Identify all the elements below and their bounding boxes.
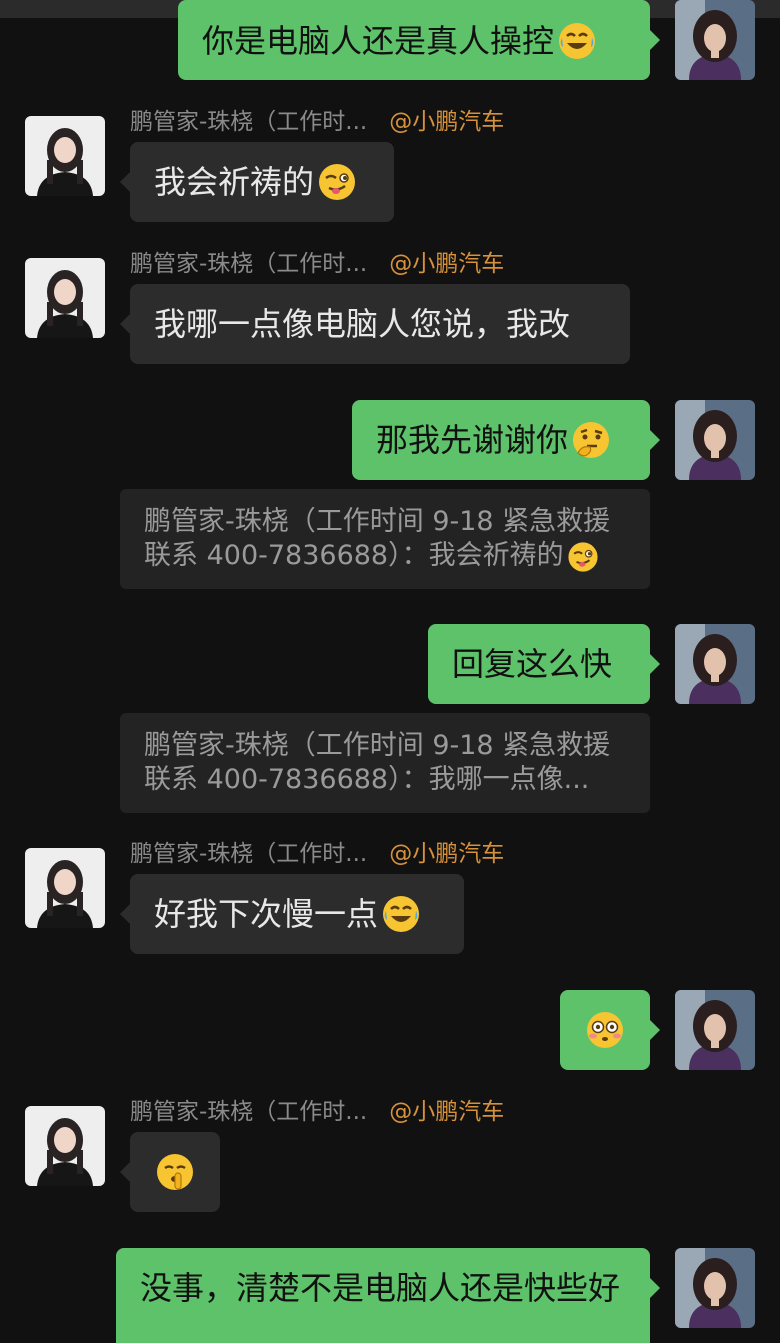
my-avatar[interactable]: [675, 400, 755, 480]
my-avatar[interactable]: [675, 0, 755, 80]
sender-label: 鹏管家-珠桡（工作时... @小鹏汽车: [130, 250, 504, 278]
sender-label: 鹏管家-珠桡（工作时... @小鹏汽车: [130, 1098, 504, 1126]
message-bubble-incoming[interactable]: 我会祈祷的: [120, 142, 394, 222]
quote-line: 联系 400-7836688）：我会祈祷的: [144, 539, 626, 574]
my-avatar[interactable]: [675, 1248, 755, 1328]
contact-avatar[interactable]: [25, 116, 105, 196]
message-text: 你是电脑人还是真人操控: [202, 22, 555, 60]
message-text: 我会祈祷的: [154, 163, 315, 201]
sender-name: 鹏管家-珠桡（工作时...: [130, 1099, 368, 1125]
sender-label: 鹏管家-珠桡（工作时... @小鹏汽车: [130, 108, 504, 136]
sender-tag[interactable]: @小鹏汽车: [389, 841, 504, 867]
contact-avatar[interactable]: [25, 848, 105, 928]
quote-line: 鹏管家-珠桡（工作时间 9-18 紧急救援: [144, 730, 611, 761]
message-text: 我哪一点像电脑人您说，我改: [154, 305, 571, 343]
message-text: 回复这么快: [452, 645, 613, 683]
shushing-emoji: [154, 1151, 196, 1193]
wink-tongue-emoji: [566, 540, 600, 574]
sender-name: 鹏管家-珠桡（工作时...: [130, 251, 368, 277]
message-bubble-outgoing[interactable]: 没事，清楚不是电脑人还是快些好: [116, 1248, 660, 1343]
quote-line: 联系 400-7836688）：我哪一点像...: [144, 764, 590, 795]
message-text: 那我先谢谢你: [376, 421, 569, 459]
laughing-tears-emoji: [380, 893, 422, 935]
message-bubble-incoming[interactable]: 我哪一点像电脑人您说，我改: [120, 284, 630, 364]
contact-avatar[interactable]: [25, 258, 105, 338]
quoted-message[interactable]: 鹏管家-珠桡（工作时间 9-18 紧急救援 联系 400-7836688）：我会…: [120, 489, 650, 589]
my-avatar[interactable]: [675, 990, 755, 1070]
sender-name: 鹏管家-珠桡（工作时...: [130, 109, 368, 135]
message-bubble-outgoing[interactable]: 回复这么快: [428, 624, 660, 704]
message-bubble-outgoing[interactable]: 你是电脑人还是真人操控: [178, 0, 660, 80]
message-bubble-incoming[interactable]: 好我下次慢一点: [120, 874, 464, 954]
thinking-emoji: [570, 419, 612, 461]
contact-avatar[interactable]: [25, 1106, 105, 1186]
sender-label: 鹏管家-珠桡（工作时... @小鹏汽车: [130, 840, 504, 868]
sender-name: 鹏管家-珠桡（工作时...: [130, 841, 368, 867]
wink-tongue-emoji: [316, 161, 358, 203]
quote-line: 鹏管家-珠桡（工作时间 9-18 紧急救援: [144, 506, 611, 537]
sender-tag[interactable]: @小鹏汽车: [389, 251, 504, 277]
sender-tag[interactable]: @小鹏汽车: [389, 1099, 504, 1125]
quoted-message[interactable]: 鹏管家-珠桡（工作时间 9-18 紧急救援 联系 400-7836688）：我哪…: [120, 713, 650, 813]
my-avatar[interactable]: [675, 624, 755, 704]
message-bubble-outgoing[interactable]: 那我先谢谢你: [352, 400, 660, 480]
message-bubble-incoming[interactable]: [120, 1132, 220, 1212]
message-text: 没事，清楚不是电脑人还是快些好: [140, 1269, 621, 1307]
laughing-tears-emoji: [556, 20, 598, 62]
message-bubble-outgoing[interactable]: [560, 990, 660, 1070]
chat-window[interactable]: 你是电脑人还是真人操控 鹏管家-珠桡（工作时... @小鹏汽车 我会祈祷的 鹏管家…: [0, 0, 780, 1343]
flushed-emoji: [584, 1009, 626, 1051]
message-text: 好我下次慢一点: [154, 895, 379, 933]
sender-tag[interactable]: @小鹏汽车: [389, 109, 504, 135]
